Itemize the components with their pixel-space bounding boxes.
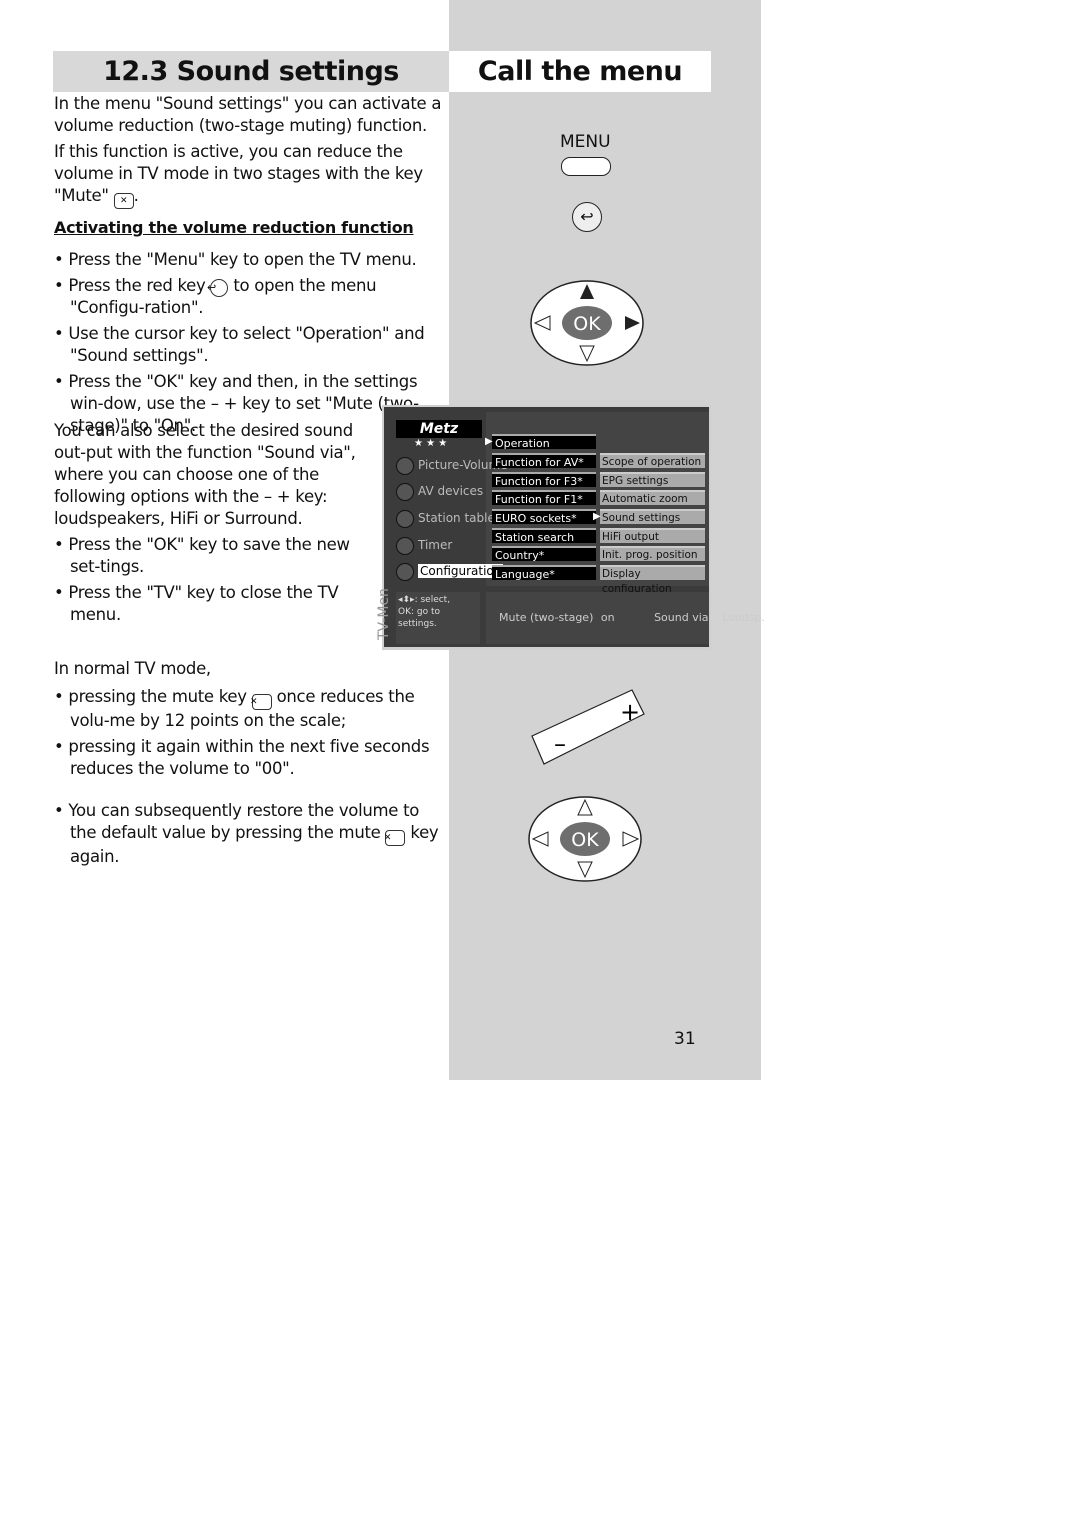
- ok-label: OK: [571, 829, 599, 851]
- heading: Activating the volume reduction function: [54, 218, 414, 237]
- menu-mid-item[interactable]: Operation: [492, 434, 596, 450]
- red-key-icon: ↩: [207, 279, 229, 297]
- menu-mid-item[interactable]: Function for F1*: [492, 490, 596, 506]
- menu-key[interactable]: [561, 157, 611, 176]
- menu-mid-item[interactable]: Country*: [492, 546, 596, 562]
- minus-label: –: [554, 730, 566, 758]
- menu-sub-item-selected[interactable]: Sound settings: [600, 509, 705, 524]
- plus-label: +: [620, 698, 640, 726]
- bullet-1: • pressing the mute key ✕ once reduces t…: [54, 687, 415, 730]
- intro-p2: If this function is active, you can redu…: [54, 141, 449, 209]
- menu-mid-item[interactable]: Station search: [492, 528, 596, 544]
- ok-label: OK: [573, 313, 601, 335]
- status-bar: Mute (two-stage) on Sound via Loudsp.: [486, 592, 765, 644]
- side-label: TV-Men: [376, 588, 392, 640]
- metz-logo: Metz: [396, 420, 482, 438]
- menu-mid-item[interactable]: Function for F3*: [492, 472, 596, 488]
- menu-left-item[interactable]: AV devices: [396, 481, 483, 501]
- menu-mid-item[interactable]: Function for AV*: [492, 453, 596, 469]
- step-2: • Press the red key ↩ to open the menu "…: [54, 276, 377, 317]
- step-1: • Press the "Menu" key to open the TV me…: [54, 250, 417, 269]
- pointer-icon: ▶: [593, 511, 601, 522]
- step-6: • Press the "TV" key to close the TV men…: [54, 583, 339, 624]
- help-box: ◂⬍▸: select, OK: go to settings.: [396, 592, 480, 644]
- menu-label: MENU: [560, 132, 611, 152]
- menu-left-item[interactable]: Station table: [396, 508, 495, 528]
- menu-sub-item[interactable]: HiFi output: [600, 528, 705, 543]
- red-key-icon[interactable]: ↩: [572, 202, 602, 232]
- menu-sub-item[interactable]: Display configuration: [600, 565, 705, 595]
- menu-sub-item[interactable]: Scope of operation: [600, 453, 705, 468]
- side-title: Call the menu: [449, 51, 711, 92]
- section-title: 12.3 Sound settings: [53, 51, 449, 92]
- intro-text: In the menu "Sound settings" you can act…: [54, 93, 449, 437]
- cursor-pad-1[interactable]: OK: [528, 278, 646, 368]
- mute-key-icon: ✕: [250, 694, 272, 710]
- menu-left-item[interactable]: Picture-Volume: [396, 455, 508, 475]
- intro-p1: In the menu "Sound settings" you can act…: [54, 94, 442, 135]
- bullet-2: • pressing it again within the next five…: [54, 737, 430, 778]
- mute-key-icon: ✕: [113, 193, 134, 209]
- menu-left-item[interactable]: Timer: [396, 535, 452, 555]
- volume-key[interactable]: + –: [528, 688, 648, 770]
- menu-left-item-selected[interactable]: Configuration: [396, 561, 504, 581]
- menu-mid-item[interactable]: Language*: [492, 565, 596, 581]
- menu-sub-item[interactable]: Init. prog. position: [600, 546, 705, 561]
- sound-via-text: You can also select the desired sound ou…: [54, 420, 376, 626]
- stars: ★ ★ ★: [414, 438, 448, 449]
- page-number: 31: [674, 1029, 696, 1049]
- menu-sub-item[interactable]: EPG settings: [600, 472, 705, 487]
- step-5: • Press the "OK" key to save the new set…: [54, 535, 350, 576]
- mute-key-icon: ✕: [384, 830, 406, 846]
- menu-sub-item[interactable]: Automatic zoom: [600, 490, 705, 505]
- cursor-pad-2[interactable]: OK: [526, 794, 644, 884]
- step-3: • Use the cursor key to select "Operatio…: [54, 324, 425, 365]
- bullet-3: • You can subsequently restore the volum…: [54, 801, 439, 866]
- normal-mode-text: In normal TV mode, • pressing the mute k…: [54, 658, 446, 868]
- pointer-icon: ▶: [485, 436, 493, 447]
- menu-mid-item[interactable]: EURO sockets*: [492, 509, 596, 525]
- manual-page: 12.3 Sound settings Call the menu In the…: [0, 0, 1080, 1528]
